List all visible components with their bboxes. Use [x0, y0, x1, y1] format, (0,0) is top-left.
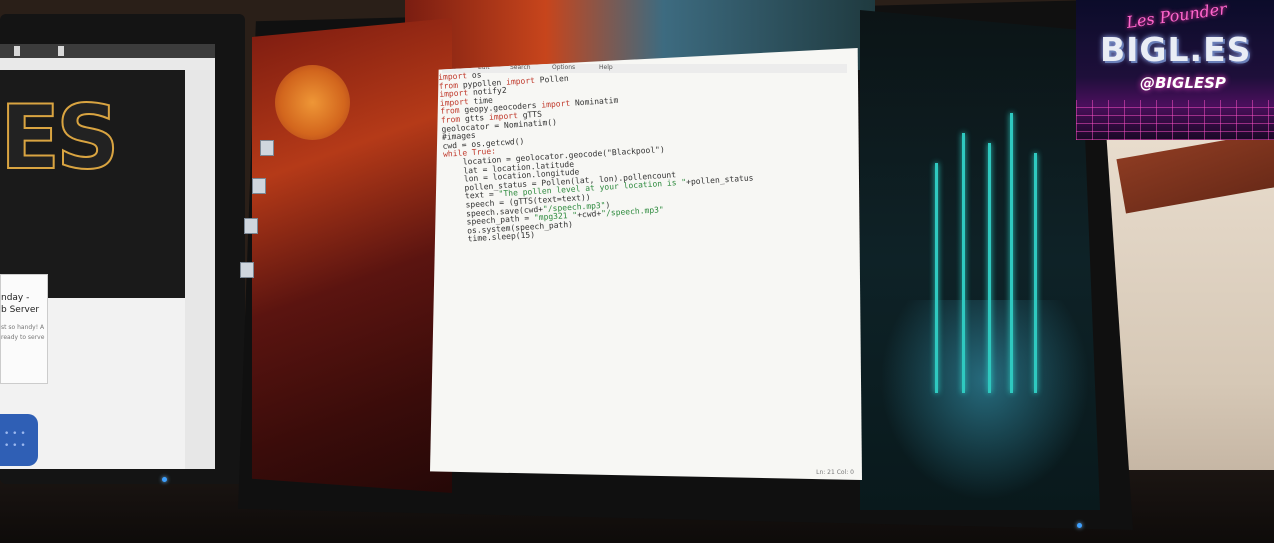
watermark-grid: [1076, 100, 1274, 140]
wallpaper-tree: [935, 163, 938, 393]
desktop-file-icon[interactable]: [260, 140, 274, 156]
browser-sidebar: [185, 70, 215, 469]
watermark-brand: BIGL.ES: [1100, 30, 1252, 69]
article-subtitle: b Server: [1, 305, 40, 315]
code-editor-window[interactable]: FileEditSearchOptionsHelp import osfrom …: [430, 48, 862, 480]
code-token: Pollen: [539, 73, 569, 85]
browser-address-bar[interactable]: [0, 58, 215, 70]
wallpaper-sun: [275, 65, 350, 140]
article-snippet: st so handy! A ready to serve: [1, 324, 45, 341]
article-title: nday -: [1, 293, 30, 303]
wallpaper-tree: [1010, 113, 1013, 393]
code-token: ): [659, 144, 666, 155]
site-logo: ES: [0, 85, 120, 190]
article-card[interactable]: nday - b Server st so handy! A ready to …: [0, 274, 48, 384]
wallpaper-tree: [988, 143, 991, 393]
code-token: Nominatim: [574, 96, 619, 108]
editor-status-bar: Ln: 21 Col: 0: [816, 469, 854, 476]
watermark-script-name: Les Pounder: [1125, 0, 1228, 32]
watermark-handle: @BIGLESP: [1140, 74, 1226, 92]
left-monitor: ES nday - b Server st so handy! A ready …: [0, 14, 245, 484]
desktop-file-icon[interactable]: [252, 178, 266, 194]
code-keyword: import: [541, 98, 576, 110]
serial-port-icon: [0, 414, 38, 466]
browser-tab[interactable]: [14, 46, 20, 56]
desktop-file-icon[interactable]: [240, 262, 254, 278]
wallpaper-roots: [880, 300, 1090, 500]
code-text-area[interactable]: import os from pypollen import Pollen impo…: [438, 55, 756, 246]
power-led: [1077, 523, 1082, 528]
channel-watermark: Les Pounder BIGL.ES @BIGLESP: [1076, 0, 1274, 140]
code-keyword: import: [505, 75, 541, 87]
browser-tab-bar: [0, 44, 215, 58]
left-screen-browser: ES nday - b Server st so handy! A ready …: [0, 44, 215, 469]
browser-tab[interactable]: [58, 46, 64, 56]
wallpaper-tree: [962, 133, 965, 393]
power-led: [162, 477, 167, 482]
code-token: +cwd+: [576, 209, 602, 220]
hero-banner: ES: [0, 70, 185, 298]
wallpaper-tree: [1034, 153, 1037, 393]
desktop-file-icon[interactable]: [244, 218, 258, 234]
